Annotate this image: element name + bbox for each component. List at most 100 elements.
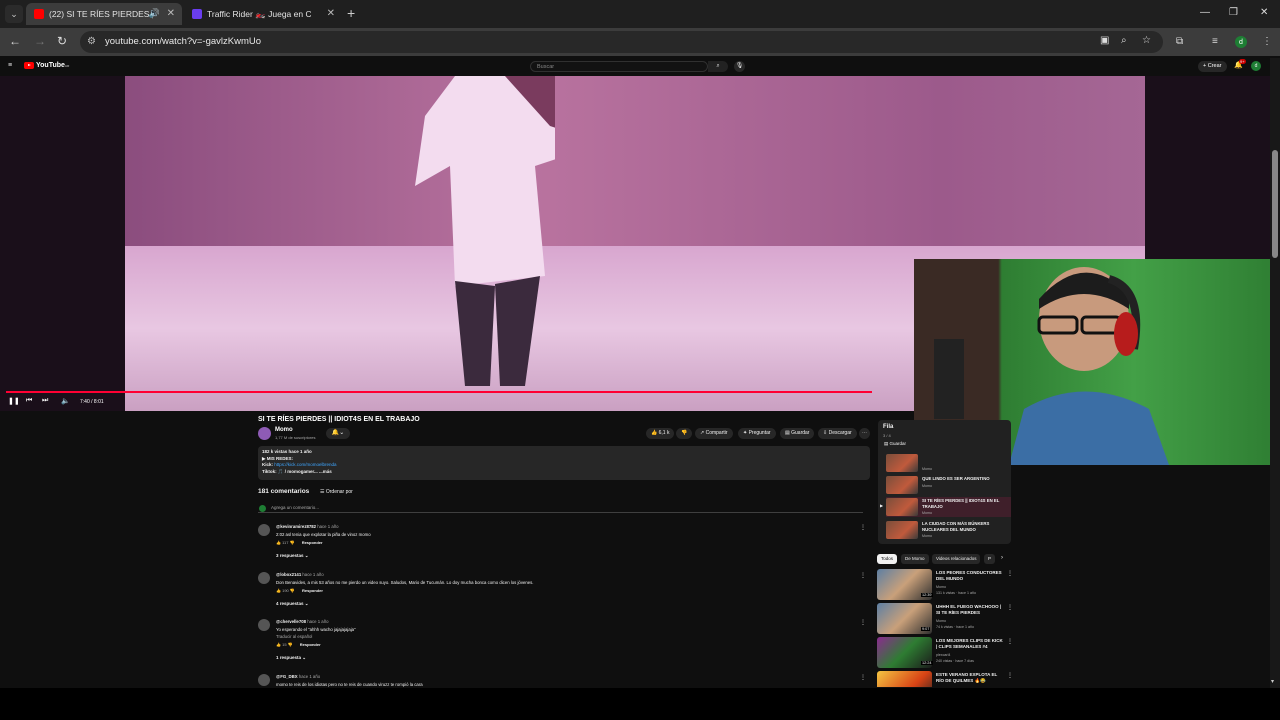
- channel-avatar[interactable]: [258, 427, 271, 440]
- create-button[interactable]: + Crear: [1198, 61, 1227, 72]
- scroll-down-icon[interactable]: ▾: [1271, 678, 1274, 685]
- comment-author[interactable]: @FG_DBX: [276, 674, 298, 679]
- related-channel: Momo: [936, 585, 946, 589]
- comment-author[interactable]: @lobox2141: [276, 572, 301, 577]
- commenter-avatar[interactable]: [258, 572, 270, 584]
- comment-item: @lobox2141 hace 1 año Don Benavides, a m…: [258, 572, 866, 607]
- related-more-icon[interactable]: ⋮: [1007, 672, 1012, 679]
- description-line[interactable]: Tiktok: 🎵 / momogamer... ...más: [262, 469, 866, 476]
- comment-more-icon[interactable]: ⋮: [860, 524, 866, 531]
- queue-item[interactable]: Momo: [886, 453, 1011, 473]
- channel-name[interactable]: Momo: [275, 427, 293, 433]
- subscribed-bell-button[interactable]: 🔔⌄: [326, 428, 350, 439]
- more-actions-icon[interactable]: ⋯: [859, 428, 870, 439]
- chips-next-icon[interactable]: ›: [1001, 555, 1003, 561]
- related-video[interactable]: 12:39 LOS PEORES CONDUCTORES DEL MUNDO M…: [877, 569, 1013, 601]
- show-replies-button[interactable]: 1 respuesta ⌄: [276, 655, 866, 661]
- youtube-logo[interactable]: YouTube AR: [24, 62, 69, 69]
- queue-item[interactable]: LA CIUDAD CON MÁS BÚNKERS NUCLEARES DEL …: [886, 520, 1011, 540]
- related-channel: Momo: [936, 619, 946, 623]
- kick-link[interactable]: https://kick.com/momoelbrenda: [274, 462, 336, 467]
- url-text[interactable]: youtube.com/watch?v=-gavlzKwmUo: [105, 36, 261, 47]
- close-tab-icon[interactable]: ✕: [327, 8, 335, 19]
- add-comment-input[interactable]: Agrega un comentario...: [258, 504, 863, 513]
- progress-bar[interactable]: [6, 391, 873, 393]
- comment-item: @FG_DBX hace 1 año momo te reis de los i…: [258, 674, 866, 687]
- youtube-play-icon: [24, 62, 34, 69]
- show-replies-button[interactable]: 3 respuestas ⌄: [276, 553, 866, 559]
- chip-more[interactable]: P: [984, 554, 996, 564]
- related-more-icon[interactable]: ⋮: [1007, 638, 1013, 645]
- queue-item-current[interactable]: ▶ SI TE RÍES PIERDES || IDIOT4S EN EL TR…: [880, 497, 1011, 517]
- zoom-icon[interactable]: ⌕: [1121, 35, 1127, 46]
- show-replies-button[interactable]: 4 respuestas ⌄: [276, 601, 866, 607]
- next-icon[interactable]: ⏭: [42, 397, 48, 405]
- share-button[interactable]: ↗ Compartir: [695, 428, 733, 439]
- scrollbar-thumb[interactable]: [1272, 150, 1278, 258]
- comment-author[interactable]: @kevinramirez8782: [276, 524, 316, 529]
- related-video[interactable]: 12:24 LOS MEJORES CLIPS DE KICK | CLIPS …: [877, 637, 1013, 669]
- like-button[interactable]: 👍 6,1 k: [646, 428, 675, 439]
- queue-save-button[interactable]: ▤ Guardar: [884, 441, 906, 447]
- audio-playing-icon[interactable]: 🔊: [149, 8, 160, 19]
- related-more-icon[interactable]: ⋮: [1007, 604, 1013, 611]
- profile-avatar[interactable]: d: [1235, 36, 1247, 48]
- tab-search-menu-icon[interactable]: ⌄: [5, 5, 23, 23]
- install-app-icon[interactable]: ▣: [1100, 35, 1109, 46]
- queue-channel: Momo: [922, 484, 932, 488]
- url-bar[interactable]: ⚙ youtube.com/watch?v=-gavlzKwmUo ▣ ⌕ ☆: [80, 31, 1163, 53]
- comment-author[interactable]: @chervelle708: [276, 619, 306, 624]
- browser-menu-icon[interactable]: ⋮: [1262, 36, 1272, 47]
- close-window-icon[interactable]: ✕: [1260, 7, 1268, 18]
- comment-more-icon[interactable]: ⋮: [860, 619, 866, 626]
- save-label: Guardar: [791, 430, 810, 436]
- download-button[interactable]: ⇩ Descargar: [818, 428, 857, 439]
- pause-icon[interactable]: ❚❚: [8, 397, 20, 405]
- search-button[interactable]: ⌕: [708, 61, 728, 72]
- comment-more-icon[interactable]: ⋮: [860, 572, 866, 579]
- bookmark-star-icon[interactable]: ☆: [1142, 35, 1151, 46]
- tab-youtube[interactable]: (22) SI TE RÍES PIERDES || ID 🔊 ✕: [26, 3, 182, 25]
- site-info-icon[interactable]: ⚙: [87, 36, 96, 47]
- user-avatar[interactable]: d: [1251, 61, 1261, 71]
- reload-icon[interactable]: ↻: [57, 34, 67, 48]
- restore-icon[interactable]: ❐: [1229, 7, 1238, 18]
- related-video[interactable]: 9:07 UHHH EL FUEGO WACHOOO | SI TE RÍES …: [877, 603, 1013, 635]
- queue-item[interactable]: QUE LINDO ES SER ARGENTINO Momo: [886, 475, 1011, 495]
- sort-comments-button[interactable]: ☰ Ordenar por: [320, 489, 353, 495]
- save-button[interactable]: ▤ Guardar: [780, 428, 815, 439]
- logo-region: AR: [64, 63, 70, 68]
- reply-button[interactable]: Responder: [302, 588, 323, 593]
- tab-traffic-rider[interactable]: Traffic Rider 🏍️ Juega en Crazy ✕: [184, 3, 342, 25]
- search-input[interactable]: Buscar: [530, 61, 708, 72]
- related-filter-chips: Todos De Momo Videos relacionados P ›: [877, 554, 1012, 564]
- translate-link[interactable]: Traducir al español: [276, 634, 866, 639]
- tab-title: Traffic Rider 🏍️ Juega en Crazy: [207, 8, 311, 19]
- dislike-button[interactable]: 👎: [676, 428, 693, 439]
- ask-button[interactable]: ✦ Preguntar: [738, 428, 776, 439]
- related-more-icon[interactable]: ⋮: [1007, 570, 1013, 577]
- comment-likes: 190: [282, 588, 289, 593]
- new-tab-button[interactable]: +: [347, 5, 355, 21]
- hamburger-menu-icon[interactable]: ≡: [8, 62, 12, 69]
- media-control-icon[interactable]: ≡: [1212, 36, 1218, 47]
- commenter-avatar[interactable]: [258, 619, 270, 631]
- description-box[interactable]: 182 k vistas hace 1 año ▶ MIS REDES: Kic…: [258, 446, 870, 480]
- extensions-icon[interactable]: ⧉: [1176, 36, 1183, 47]
- chip-related[interactable]: Videos relacionados: [932, 554, 981, 564]
- chip-from-channel[interactable]: De Momo: [901, 554, 929, 564]
- comment-more-icon[interactable]: ⋮: [860, 674, 866, 681]
- volume-icon[interactable]: 🔈: [61, 397, 70, 405]
- back-icon[interactable]: ←: [9, 34, 21, 48]
- related-video[interactable]: ESTE VERANO EXPLOTA EL RÍO DE QUILMES 🔥😂…: [877, 671, 1012, 687]
- reply-button[interactable]: Responder: [302, 540, 323, 545]
- commenter-avatar[interactable]: [258, 524, 270, 536]
- forward-icon[interactable]: →: [34, 34, 46, 48]
- reply-button[interactable]: Responder: [300, 642, 321, 647]
- chip-all[interactable]: Todos: [877, 554, 898, 564]
- minimize-icon[interactable]: —: [1200, 7, 1210, 18]
- previous-icon[interactable]: ⏮: [26, 397, 32, 405]
- voice-search-icon[interactable]: 🎙: [734, 61, 745, 72]
- close-tab-icon[interactable]: ✕: [167, 8, 175, 19]
- commenter-avatar[interactable]: [258, 674, 270, 686]
